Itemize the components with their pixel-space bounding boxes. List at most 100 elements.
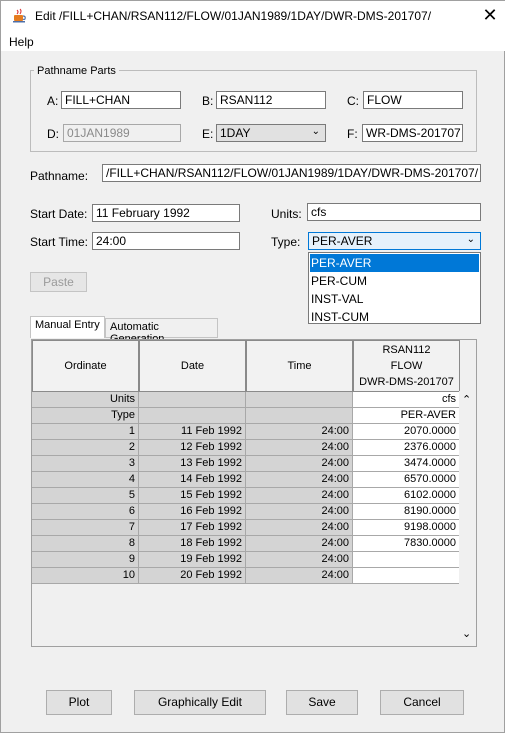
start-time-label: Start Time: [30,235,89,249]
edit-dialog: Edit /FILL+CHAN/RSAN112/FLOW/01JAN1989/1… [0,0,506,733]
header-series-f: DWR-DMS-201707 [359,376,454,388]
time-cell[interactable]: 24:00 [246,424,353,440]
units-row-value[interactable]: cfs [353,392,460,408]
time-cell[interactable]: 24:00 [246,456,353,472]
date-cell[interactable]: 20 Feb 1992 [139,568,246,584]
part-d-label: D: [47,127,59,141]
ordinate-cell[interactable]: 2 [32,440,139,456]
part-c-field[interactable]: FLOW [363,91,463,109]
type-option[interactable]: INST-VAL [310,290,479,308]
chevron-down-icon: ⌄ [466,234,475,245]
value-cell[interactable]: 9198.0000 [353,520,460,536]
value-cell[interactable]: 3474.0000 [353,456,460,472]
date-cell[interactable]: 17 Feb 1992 [139,520,246,536]
value-cell[interactable]: 7830.0000 [353,536,460,552]
ordinate-cell[interactable]: 10 [32,568,139,584]
tab-automatic-generation[interactable]: Automatic Generation [105,318,218,345]
ordinate-cell[interactable]: 6 [32,504,139,520]
start-date-field[interactable]: 11 February 1992 [92,204,240,222]
part-f-label: F: [347,127,358,141]
part-e-combo[interactable]: 1DAY ⌄ [216,124,326,142]
type-combo[interactable]: PER-AVER ⌄ [308,232,481,250]
units-row-time[interactable] [246,392,353,408]
type-row-time[interactable] [246,408,353,424]
type-dropdown-list: PER-AVER PER-CUM INST-VAL INST-CUM [308,252,481,324]
ordinate-cell[interactable]: 8 [32,536,139,552]
desktop-background [505,0,509,735]
part-a-field[interactable]: FILL+CHAN [61,91,181,109]
ordinate-cell[interactable]: 5 [32,488,139,504]
time-cell[interactable]: 24:00 [246,536,353,552]
time-cell[interactable]: 24:00 [246,440,353,456]
date-cell[interactable]: 16 Feb 1992 [139,504,246,520]
save-button[interactable]: Save [286,690,358,715]
ordinate-cell[interactable]: 9 [32,552,139,568]
time-cell[interactable]: 24:00 [246,520,353,536]
type-option[interactable]: INST-CUM [310,308,479,326]
date-cell[interactable]: 13 Feb 1992 [139,456,246,472]
part-e-value: 1DAY [220,126,251,140]
time-cell[interactable]: 24:00 [246,504,353,520]
pathname-label: Pathname: [30,169,89,183]
value-cell[interactable]: 8190.0000 [353,504,460,520]
date-cell[interactable]: 19 Feb 1992 [139,552,246,568]
type-row-date[interactable] [139,408,246,424]
value-cell[interactable]: 2376.0000 [353,440,460,456]
type-row-value[interactable]: PER-AVER [353,408,460,424]
title-bar: Edit /FILL+CHAN/RSAN112/FLOW/01JAN1989/1… [1,1,506,31]
menu-help[interactable]: Help [9,35,34,49]
part-f-field[interactable]: WR-DMS-201707 [362,124,463,142]
time-cell[interactable]: 24:00 [246,552,353,568]
cancel-button[interactable]: Cancel [380,690,464,715]
time-cell[interactable]: 24:00 [246,568,353,584]
units-field[interactable]: cfs [307,203,481,221]
header-date[interactable]: Date [139,340,246,392]
graphically-edit-button[interactable]: Graphically Edit [134,690,266,715]
units-label: Units: [271,207,302,221]
type-option[interactable]: PER-AVER [310,254,479,272]
table-scrollbar[interactable]: ⌃ ⌄ [459,391,476,646]
type-option[interactable]: PER-CUM [310,272,479,290]
tab-manual-entry[interactable]: Manual Entry [30,316,105,338]
part-c-label: C: [347,94,359,108]
type-label: Type: [271,235,301,249]
value-cell[interactable]: 6102.0000 [353,488,460,504]
plot-button[interactable]: Plot [46,690,112,715]
value-cell[interactable]: 6570.0000 [353,472,460,488]
date-cell[interactable]: 18 Feb 1992 [139,536,246,552]
ordinate-cell[interactable]: 7 [32,520,139,536]
data-table: Ordinate Date Time RSAN112 FLOW DWR-DMS-… [31,339,477,647]
date-cell[interactable]: 11 Feb 1992 [139,424,246,440]
ordinate-cell[interactable]: 3 [32,456,139,472]
java-cup-icon [13,8,26,23]
value-cell[interactable] [353,568,460,584]
header-ordinate[interactable]: Ordinate [32,340,139,392]
units-row-date[interactable] [139,392,246,408]
date-cell[interactable]: 14 Feb 1992 [139,472,246,488]
time-cell[interactable]: 24:00 [246,488,353,504]
units-row-label[interactable]: Units [32,392,139,408]
type-value: PER-AVER [312,234,373,248]
pathname-field[interactable]: /FILL+CHAN/RSAN112/FLOW/01JAN1989/1DAY/D… [102,164,481,182]
date-cell[interactable]: 12 Feb 1992 [139,440,246,456]
close-icon[interactable]: ✕ [480,5,500,25]
header-time[interactable]: Time [246,340,353,392]
ordinate-cell[interactable]: 4 [32,472,139,488]
menu-bar: Help [1,31,506,51]
type-row-label[interactable]: Type [32,408,139,424]
chevron-up-icon[interactable]: ⌃ [462,393,471,406]
start-date-label: Start Date: [30,207,88,221]
value-cell[interactable] [353,552,460,568]
time-cell[interactable]: 24:00 [246,472,353,488]
chevron-down-icon[interactable]: ⌄ [462,627,471,640]
part-b-field[interactable]: RSAN112 [216,91,326,109]
header-series-b: RSAN112 [382,344,431,356]
start-time-field[interactable]: 24:00 [92,232,240,250]
header-series[interactable]: RSAN112 FLOW DWR-DMS-201707 [353,340,460,392]
value-cell[interactable]: 2070.0000 [353,424,460,440]
part-b-label: B: [202,94,214,108]
date-cell[interactable]: 15 Feb 1992 [139,488,246,504]
window-title: Edit /FILL+CHAN/RSAN112/FLOW/01JAN1989/1… [35,9,432,23]
ordinate-cell[interactable]: 1 [32,424,139,440]
part-e-label: E: [202,127,214,141]
